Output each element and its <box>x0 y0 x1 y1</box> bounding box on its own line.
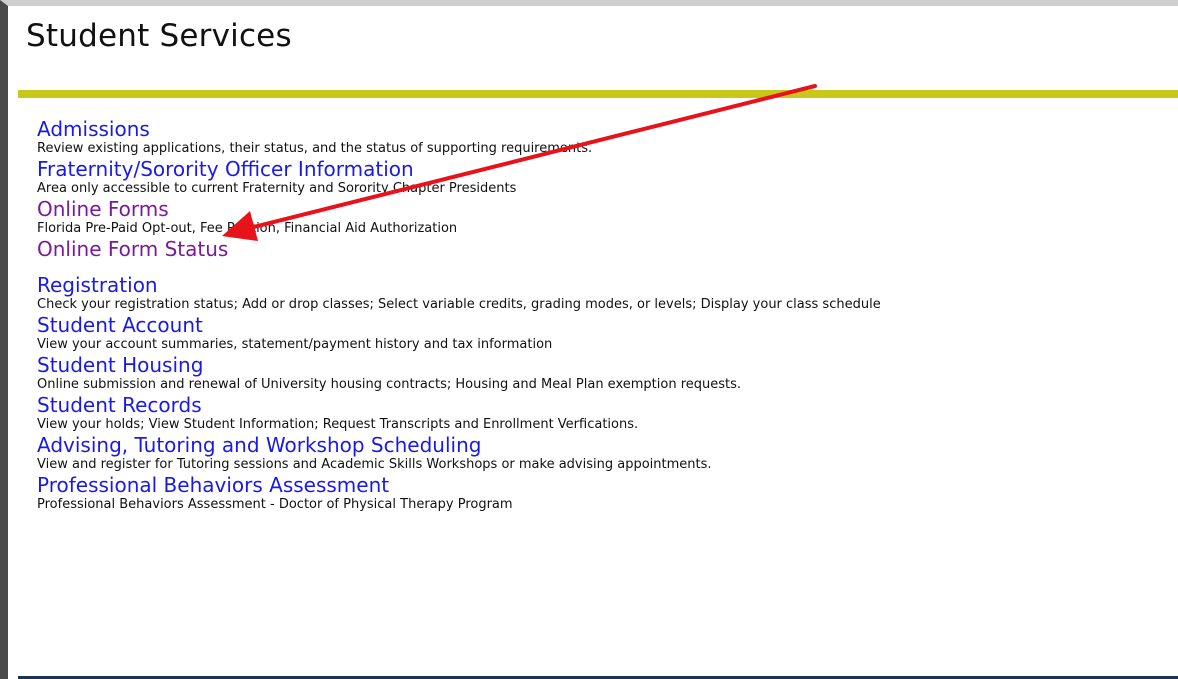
menu-item-registration: Registration Check your registration sta… <box>37 274 1177 314</box>
online-forms-link[interactable]: Online Forms <box>37 198 1177 220</box>
accent-bar <box>18 90 1178 98</box>
online-form-status-link[interactable]: Online Form Status <box>37 238 1177 260</box>
student-records-link[interactable]: Student Records <box>37 394 1177 416</box>
student-services-menu: Admissions Review existing applications,… <box>37 118 1177 514</box>
professional-behaviors-description: Professional Behaviors Assessment - Doct… <box>37 497 513 512</box>
page-title: Student Services <box>26 18 292 54</box>
registration-link[interactable]: Registration <box>37 274 1177 296</box>
menu-item-student-records: Student Records View your holds; View St… <box>37 394 1177 434</box>
content-frame: Student Services Admissions Review exist… <box>0 0 1178 679</box>
menu-item-advising-tutoring: Advising, Tutoring and Workshop Scheduli… <box>37 434 1177 474</box>
menu-item-fraternity-sorority: Fraternity/Sorority Officer Information … <box>37 158 1177 198</box>
menu-item-professional-behaviors: Professional Behaviors Assessment Profes… <box>37 474 1177 514</box>
student-housing-link[interactable]: Student Housing <box>37 354 1177 376</box>
admissions-link[interactable]: Admissions <box>37 118 1177 140</box>
professional-behaviors-assessment-link[interactable]: Professional Behaviors Assessment <box>37 474 1177 496</box>
menu-item-admissions: Admissions Review existing applications,… <box>37 118 1177 158</box>
online-forms-description: Florida Pre-Paid Opt-out, Fee Petition, … <box>37 221 458 236</box>
menu-item-online-form-status: Online Form Status <box>37 238 1177 260</box>
fraternity-sorority-description: Area only accessible to current Fraterni… <box>37 181 517 196</box>
student-account-description: View your account summaries, statement/p… <box>37 337 553 352</box>
student-records-description: View your holds; View Student Informatio… <box>37 417 639 432</box>
advising-tutoring-description: View and register for Tutoring sessions … <box>37 457 712 472</box>
student-account-link[interactable]: Student Account <box>37 314 1177 336</box>
admissions-description: Review existing applications, their stat… <box>37 141 593 156</box>
advising-tutoring-workshop-link[interactable]: Advising, Tutoring and Workshop Scheduli… <box>37 434 1177 456</box>
fraternity-sorority-officer-link[interactable]: Fraternity/Sorority Officer Information <box>37 158 1177 180</box>
menu-item-student-housing: Student Housing Online submission and re… <box>37 354 1177 394</box>
menu-item-student-account: Student Account View your account summar… <box>37 314 1177 354</box>
student-housing-description: Online submission and renewal of Univers… <box>37 377 742 392</box>
menu-item-online-forms: Online Forms Florida Pre-Paid Opt-out, F… <box>37 198 1177 238</box>
registration-description: Check your registration status; Add or d… <box>37 297 881 312</box>
